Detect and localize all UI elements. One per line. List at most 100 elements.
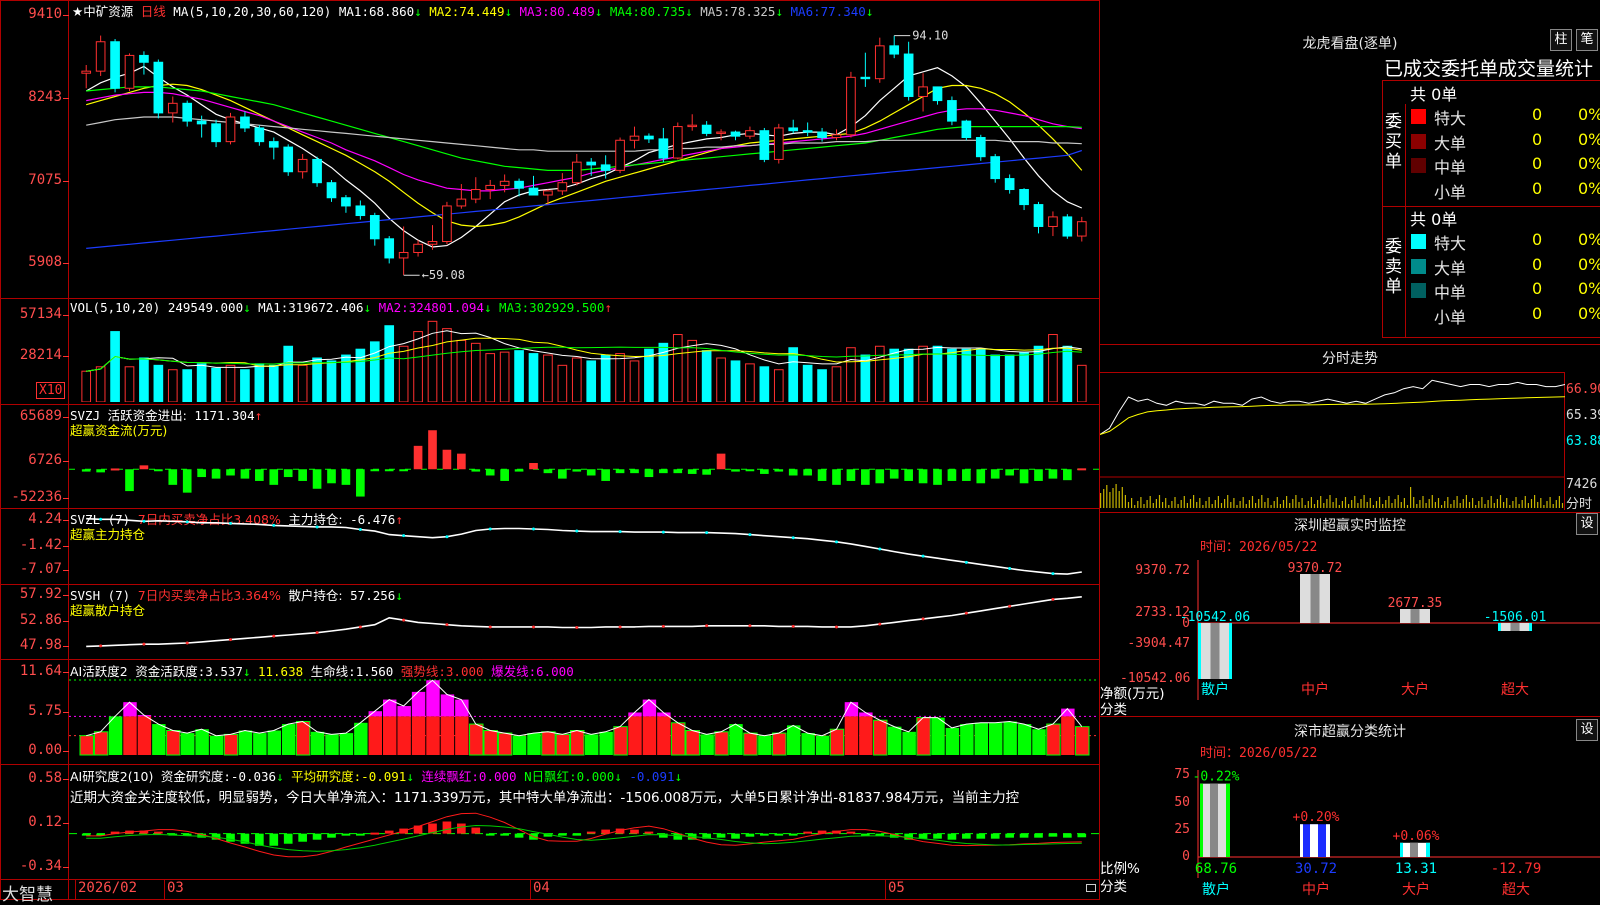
vol-ma-line: [86, 337, 1082, 372]
volume-bar: [672, 334, 683, 402]
candlestick-chart[interactable]: 94.10 ←59.08: [69, 16, 1099, 296]
intraday-vol-bar: [1388, 496, 1390, 508]
x-tick-mark: [885, 880, 886, 900]
order-count: 0: [1532, 129, 1543, 149]
holding-dot: [705, 531, 709, 535]
class-value-label: 68.76: [1195, 861, 1237, 877]
ai-active-chart[interactable]: [69, 660, 1099, 763]
candle-body: [312, 158, 322, 184]
lock-icon[interactable]: [1086, 884, 1096, 892]
monitor-bar-shade: [1310, 574, 1320, 623]
flow-bar: [327, 469, 336, 484]
intraday-vol-bar: [1453, 500, 1455, 508]
order-name: 小单: [1434, 182, 1467, 202]
holding-dot: [358, 625, 362, 629]
intraday-vol-bar: [1304, 505, 1306, 508]
active-bar: [859, 716, 873, 755]
active-bar: [613, 726, 628, 756]
candle-body: [485, 184, 496, 191]
order-name: 特大: [1434, 109, 1467, 128]
intraday-vol-bar: [1261, 495, 1263, 508]
intraday-vol-bar: [1220, 503, 1223, 508]
research-bar: [976, 833, 986, 839]
vol-ma-arrow: ↓: [483, 300, 492, 315]
volume-bar: [701, 350, 712, 402]
volume-bar: [874, 345, 885, 402]
sz-class-settings-button[interactable]: 设: [1576, 719, 1598, 741]
intraday-vol-bar: [1431, 495, 1433, 508]
holding-dot: [445, 623, 449, 627]
sz-class-chart[interactable]: -0.22% 68.76 散户 +0.20% 30.72 中户 +0.06% 13.31 大户 -…: [1100, 760, 1600, 900]
intraday-vol-bar: [1131, 498, 1133, 508]
sz-monitor-ylabel2: 分类: [1100, 702, 1127, 718]
monitor-category: 超大: [1501, 682, 1529, 698]
order-row: 特大 0 0%: [1405, 230, 1600, 254]
volume-bar: [384, 325, 395, 402]
intraday-vol-bar: [1459, 503, 1461, 508]
volume-chart[interactable]: [69, 314, 1099, 402]
retail-holding-chart[interactable]: [69, 585, 1099, 658]
volume-bar: [312, 357, 322, 402]
main-holding-chart[interactable]: [69, 509, 1099, 583]
volume-bar: [1062, 345, 1073, 402]
ai-research-chart[interactable]: [69, 765, 1099, 878]
active-bar-top: [642, 699, 657, 717]
bar-toggle-button[interactable]: 柱: [1550, 29, 1572, 51]
monitor-bar-label: -10542.06: [1180, 610, 1250, 625]
candle-body: [730, 131, 741, 137]
intraday-chart[interactable]: [1100, 372, 1565, 510]
intraday-vol-bar: [1106, 485, 1108, 508]
research-bar: [298, 833, 307, 842]
fund-flow-chart[interactable]: [69, 405, 1099, 507]
intraday-vol-bar: [1413, 497, 1415, 508]
intraday-vol-tick: 7426: [1566, 477, 1598, 492]
vol-title: VOL(5,10,20): [70, 300, 161, 315]
intraday-vol-bar: [1394, 499, 1396, 508]
intraday-vol-bar: [1230, 502, 1232, 508]
holding-dot: [921, 554, 925, 558]
intraday-vol-bar: [1341, 501, 1343, 508]
candle-body: [831, 134, 842, 139]
sz-monitor-chart[interactable]: -10542.06 9370.72 2677.35 -1506.01 散户 中户 大户 超大: [1100, 550, 1600, 725]
flow-bar: [1034, 469, 1043, 481]
intraday-vol-bar: [1360, 499, 1362, 508]
active-bar: [685, 730, 700, 756]
flow-bar: [139, 465, 149, 470]
candle-body: [211, 123, 221, 143]
line-toggle-button[interactable]: 笔: [1576, 29, 1598, 51]
candle-body: [860, 76, 871, 80]
flow-bar: [716, 453, 726, 470]
holding-dot: [618, 530, 622, 534]
intraday-vol-bar: [1561, 503, 1564, 508]
candle-body: [470, 189, 481, 200]
intraday-vol-bar: [1496, 499, 1498, 508]
order-pct: 0%: [1578, 178, 1600, 198]
class-bar-shade: [1410, 842, 1418, 857]
order-row: 大单 0 0%: [1405, 130, 1600, 154]
active-bar: [397, 716, 411, 755]
vol-ma-arrow: ↓: [363, 300, 372, 315]
sz-monitor-settings-button[interactable]: 设: [1576, 513, 1598, 535]
candle-body: [442, 205, 452, 243]
volume-bar: [182, 369, 193, 402]
research-bar: [442, 821, 452, 834]
flow-bar: [673, 469, 683, 474]
y-tick-label: -1.42: [19, 537, 62, 553]
intraday-vol-bar: [1251, 496, 1254, 508]
active-bar-top: [368, 711, 382, 717]
intraday-vol-bar: [1499, 495, 1502, 508]
flow-bar: [1063, 469, 1072, 481]
vol-ma-arrow: ↑: [604, 300, 612, 315]
intraday-vol-bar: [1134, 505, 1136, 508]
intraday-vol-bar: [1406, 505, 1409, 508]
intraday-vol-bar: [1543, 505, 1545, 508]
vol-ma-label: MA2:: [378, 300, 409, 315]
volume-bar: [225, 364, 236, 402]
volume-bar: [254, 363, 265, 402]
active-bar: [253, 733, 267, 755]
flow-bar: [788, 469, 798, 476]
active-bar: [714, 731, 729, 756]
holding-dot: [618, 625, 622, 629]
candle-body: [167, 102, 178, 114]
flow-bar: [601, 469, 610, 481]
